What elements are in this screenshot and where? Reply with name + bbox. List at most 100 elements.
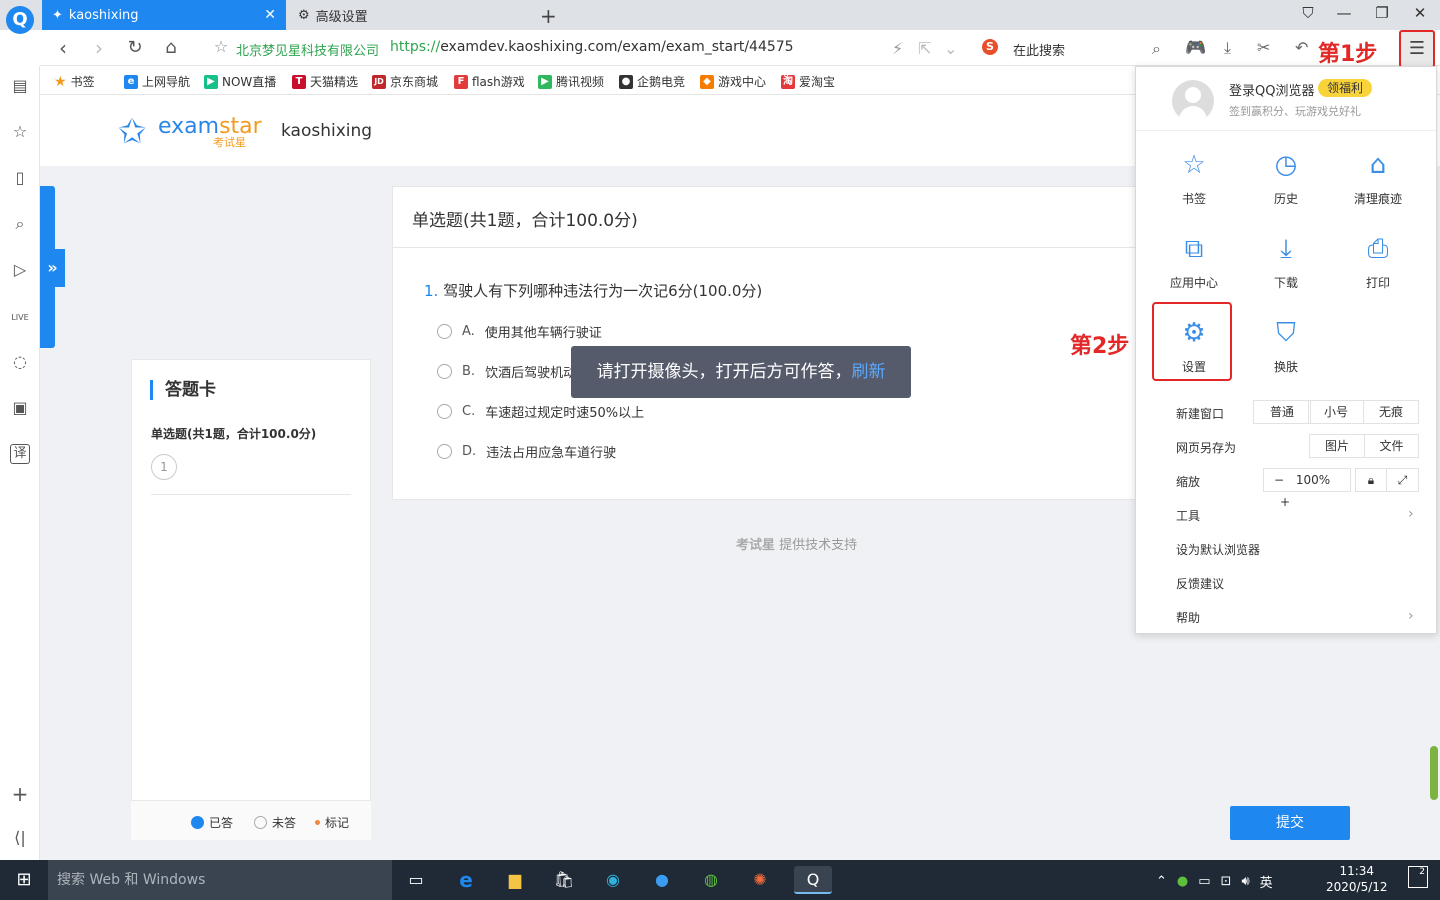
taskbar-clock[interactable]: 11:34 2020/5/12 <box>1326 863 1388 895</box>
new-window-small[interactable]: 小号 <box>1308 400 1364 424</box>
option-a[interactable]: A. 使用其他车辆行驶证 <box>437 322 602 341</box>
bookmark-item[interactable]: ▶ NOW直播 <box>204 73 276 90</box>
search-icon[interactable]: ⌕ <box>8 214 32 238</box>
fullscreen-icon[interactable]: ⤢ <box>1386 468 1419 492</box>
bookmark-item[interactable]: JD 京东商城 <box>372 73 438 90</box>
bookmark-item[interactable]: T 天猫精选 <box>292 73 358 90</box>
new-window-incognito[interactable]: 无痕 <box>1363 400 1419 424</box>
save-as-file[interactable]: 文件 <box>1364 434 1419 458</box>
shirt-skin-icon[interactable]: ⛉ <box>1290 4 1326 22</box>
bookmark-item[interactable]: ● 企鹅电竞 <box>619 73 685 90</box>
bookmark-item[interactable]: ★ 书签 <box>54 73 95 90</box>
home-button[interactable]: ⌂ <box>156 37 186 58</box>
double-chevron-right-icon[interactable]: » <box>40 249 65 287</box>
scissors-icon[interactable]: ✂ <box>1257 38 1270 57</box>
star-outline-icon[interactable]: ☆ <box>8 122 32 146</box>
qq-browser-taskbar-icon[interactable]: Q <box>794 866 832 894</box>
bookmark-item[interactable]: F flash游戏 <box>454 73 525 90</box>
option-b[interactable]: B. 饮酒后驾驶机动车 <box>437 362 589 381</box>
url-field[interactable]: https://examdev.kaoshixing.com/exam/exam… <box>390 39 794 55</box>
zoom-in-button[interactable]: + <box>1280 495 1290 509</box>
color-app-icon[interactable]: ✺ <box>745 866 775 894</box>
bookmark-item[interactable]: ◆ 游戏中心 <box>700 73 766 90</box>
volume-icon[interactable]: 🔊︎ <box>1241 874 1249 889</box>
chevron-down-icon[interactable]: ⌄ <box>944 39 957 58</box>
menu-app-center[interactable]: ⧉ 应用中心 <box>1159 234 1229 291</box>
menu-set-default[interactable]: 设为默认浏览器 <box>1176 541 1260 558</box>
menu-feedback[interactable]: 反馈建议 <box>1176 575 1224 592</box>
forward-button[interactable]: › <box>84 36 114 60</box>
network-icon[interactable]: ⊡ <box>1221 874 1232 889</box>
translate-icon[interactable]: 译 <box>10 444 30 464</box>
qq-browser-logo[interactable]: Q <box>6 6 34 34</box>
restore-button[interactable]: ❐ <box>1364 4 1400 22</box>
radio-icon[interactable] <box>437 364 452 379</box>
radio-icon[interactable] <box>437 404 452 419</box>
main-menu-button[interactable]: ☰ <box>1399 30 1435 68</box>
search-input[interactable]: 在此搜索 <box>1013 40 1065 59</box>
login-link[interactable]: 登录QQ浏览器 <box>1229 80 1314 99</box>
menu-history[interactable]: ◷ 历史 <box>1251 150 1321 207</box>
close-window-button[interactable]: ✕ <box>1402 4 1438 22</box>
undo-icon[interactable]: ↶ <box>1295 38 1308 57</box>
book-icon[interactable]: ▯ <box>8 168 32 192</box>
close-tab-icon[interactable]: ✕ <box>264 7 276 23</box>
new-window-normal[interactable]: 普通 <box>1253 400 1311 424</box>
minimize-button[interactable]: — <box>1326 4 1362 22</box>
tab-kaoshixing[interactable]: ✦ kaoshixing ✕ <box>42 0 286 30</box>
radio-icon[interactable] <box>437 324 452 339</box>
refresh-button[interactable]: ↻ <box>120 37 150 58</box>
menu-help[interactable]: 帮助 <box>1176 609 1200 626</box>
bookmark-item[interactable]: ▶ 腾讯视频 <box>538 73 604 90</box>
tab-advanced-settings[interactable]: ⚙ 高级设置 <box>288 0 528 30</box>
notification-icon[interactable]: 2 <box>1408 866 1428 888</box>
bookmark-item[interactable]: 淘 爱淘宝 <box>781 73 835 90</box>
menu-bookmarks[interactable]: ☆ 书签 <box>1159 150 1229 207</box>
video-icon[interactable]: ▷ <box>8 260 32 284</box>
edge-icon[interactable]: ◉ <box>598 866 628 894</box>
share-icon[interactable]: ⇱ <box>918 39 931 58</box>
battery-icon[interactable]: ▭ <box>1198 874 1210 889</box>
option-d[interactable]: D. 违法占用应急车道行驶 <box>437 442 616 461</box>
lock-icon[interactable]: 🔒︎ <box>1355 468 1387 492</box>
add-icon[interactable]: + <box>8 782 32 806</box>
menu-tools[interactable]: 工具 <box>1176 507 1200 524</box>
radio-icon[interactable] <box>437 444 452 459</box>
benefit-badge[interactable]: 领福利 <box>1318 79 1373 97</box>
zoom-out-button[interactable]: − <box>1274 473 1284 487</box>
chevron-up-icon[interactable]: ⌃ <box>1156 874 1167 889</box>
bookmark-item[interactable]: e 上网导航 <box>124 73 190 90</box>
submit-button[interactable]: 提交 <box>1230 806 1350 840</box>
file-explorer-icon[interactable]: ▆ <box>500 866 530 894</box>
task-view-icon[interactable]: ▭ <box>401 866 431 894</box>
chat-icon[interactable]: ◌ <box>8 352 32 376</box>
green-app-icon[interactable]: ◍ <box>696 866 726 894</box>
menu-download[interactable]: ⤓ 下载 <box>1251 234 1321 291</box>
download-icon[interactable]: ⤓ <box>1224 38 1231 58</box>
game-icon[interactable]: 🎮 <box>1185 38 1206 58</box>
menu-print[interactable]: ⎙ 打印 <box>1343 234 1413 291</box>
save-as-image[interactable]: 图片 <box>1309 434 1365 458</box>
star-bookmark-icon[interactable]: ☆ <box>206 37 236 56</box>
question-number-button[interactable]: 1 <box>151 454 177 480</box>
avatar[interactable] <box>1172 80 1214 122</box>
store-icon[interactable]: 🛍︎ <box>549 866 579 894</box>
lightning-icon[interactable]: ⚡ <box>892 39 903 58</box>
search-engine-icon[interactable]: S <box>982 39 998 55</box>
back-button[interactable]: ‹ <box>48 36 78 60</box>
option-c[interactable]: C. 车速超过规定时速50%以上 <box>437 402 644 421</box>
windows-start-icon[interactable]: ⊞ <box>0 860 48 900</box>
search-icon[interactable]: ⌕ <box>1152 39 1161 59</box>
taskbar-search-input[interactable]: 搜索 Web 和 Windows <box>48 860 392 900</box>
news-icon[interactable]: ▤ <box>8 76 32 100</box>
sogou-icon[interactable]: ● <box>647 866 677 894</box>
menu-clear-traces[interactable]: ⌂ 清理痕迹 <box>1343 150 1413 207</box>
menu-skin[interactable]: ⛉ 换肤 <box>1251 318 1321 375</box>
tray-app-icon[interactable]: ● <box>1177 874 1188 889</box>
scroll-indicator[interactable] <box>1430 746 1438 800</box>
toolbox-icon[interactable]: ▣ <box>8 398 32 422</box>
ime-indicator[interactable]: 英 <box>1260 872 1273 891</box>
edge-legacy-icon[interactable]: e <box>451 866 481 894</box>
refresh-link[interactable]: 刷新 <box>852 362 886 382</box>
new-tab-button[interactable]: + <box>540 4 557 28</box>
